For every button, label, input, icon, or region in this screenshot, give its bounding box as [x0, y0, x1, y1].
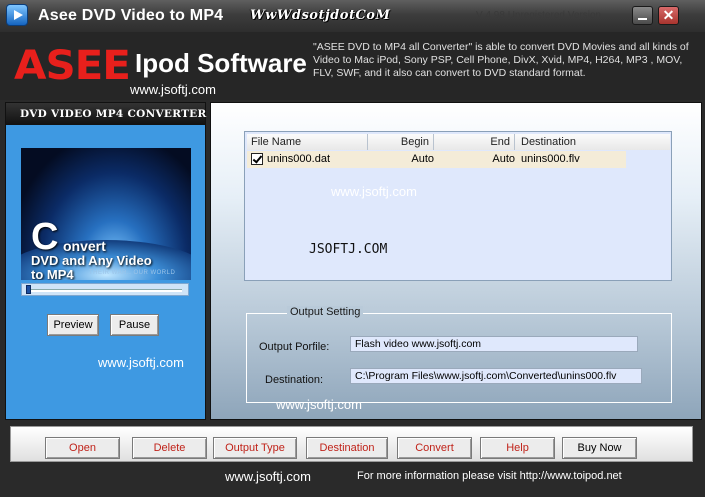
help-button[interactable]: Help: [480, 437, 555, 459]
bottom-toolbar: Open Delete Output Type Destination Conv…: [0, 422, 705, 497]
preview-panel: DVD VIDEO MP4 CONVERTER C onvert DVD and…: [5, 102, 206, 420]
column-header-file-name[interactable]: File Name: [247, 134, 368, 150]
destination-field[interactable]: C:\Program Files\www.jsoftj.com\Converte…: [350, 368, 642, 384]
buy-now-button[interactable]: Buy Now: [562, 437, 637, 459]
more-info-text: For more information please visit http:/…: [357, 470, 622, 482]
output-profile-field[interactable]: Flash video www.jsoftj.com: [350, 336, 638, 352]
destination-button[interactable]: Destination: [306, 437, 388, 459]
destination-label: Destination:: [265, 374, 324, 386]
column-header-destination[interactable]: Destination: [515, 134, 670, 150]
pause-button[interactable]: Pause: [110, 314, 159, 336]
title-watermark: WwWdsotjdotCoM: [250, 8, 391, 23]
cell-destination: unins000.flv: [521, 153, 580, 165]
promo-tagline: THEIR WAR.. OUR WORLD: [89, 270, 176, 276]
main-panel: File Name Begin End Destination unins000…: [210, 102, 702, 420]
promo-line-3: to MP4: [31, 267, 74, 280]
open-button[interactable]: Open: [45, 437, 120, 459]
output-profile-label: Output Porfile:: [259, 341, 330, 353]
banner-url: www.jsoftj.com: [130, 82, 216, 97]
slider-thumb[interactable]: [26, 285, 31, 294]
output-type-button[interactable]: Output Type: [213, 437, 297, 459]
header-banner: ASEE Ipod Software www.jsoftj.com "ASEE …: [0, 32, 705, 100]
asee-logo: ASEE: [14, 43, 131, 89]
table-watermark-stamp: JSOFTJ.COM: [309, 242, 388, 257]
play-app-icon[interactable]: [6, 4, 28, 26]
app-window: Asee DVD Video to MP4 WwWdsotjdotCoM V 4…: [0, 0, 705, 497]
promo-line-2: DVD and Any Video: [31, 253, 152, 268]
close-icon: ✕: [662, 7, 675, 23]
column-header-begin[interactable]: Begin: [368, 134, 434, 150]
promo-big-letter: C: [31, 216, 59, 258]
title-bar[interactable]: Asee DVD Video to MP4 WwWdsotjdotCoM V 4…: [0, 0, 705, 32]
product-logo-text: Ipod Software: [135, 48, 307, 78]
output-setting-group: Output Setting Output Porfile: Flash vid…: [246, 306, 672, 403]
convert-button[interactable]: Convert: [397, 437, 472, 459]
close-button[interactable]: ✕: [658, 6, 679, 25]
table-row[interactable]: unins000.dat Auto Auto unins000.flv: [247, 151, 626, 168]
output-setting-legend: Output Setting: [287, 306, 364, 318]
left-panel-url: www.jsoftj.com: [98, 355, 184, 370]
promo-image: C onvert DVD and Any Video to MP4 THEIR …: [21, 148, 191, 280]
preview-panel-header: DVD VIDEO MP4 CONVERTER: [6, 103, 206, 125]
window-title: Asee DVD Video to MP4: [38, 7, 224, 24]
delete-button[interactable]: Delete: [132, 437, 207, 459]
slider-track[interactable]: [30, 289, 182, 292]
main-panel-url: www.jsoftj.com: [276, 397, 362, 412]
version-label: V 4.98 Unregistered Version: [476, 10, 602, 21]
preview-button[interactable]: Preview: [47, 314, 99, 336]
cell-end: Auto: [492, 153, 515, 165]
table-watermark-url: www.jsoftj.com: [331, 184, 417, 199]
bottom-url: www.jsoftj.com: [225, 469, 311, 484]
cell-begin: Auto: [411, 153, 434, 165]
cell-file-name: unins000.dat: [267, 153, 330, 165]
playback-slider[interactable]: [21, 283, 189, 296]
column-header-end[interactable]: End: [434, 134, 515, 150]
minimize-button[interactable]: [632, 6, 653, 25]
product-description: "ASEE DVD to MP4 all Converter" is able …: [313, 41, 689, 79]
row-checkbox[interactable]: [251, 153, 263, 165]
button-strip: Open Delete Output Type Destination Conv…: [10, 426, 693, 462]
file-list-table[interactable]: File Name Begin End Destination unins000…: [244, 131, 672, 281]
promo-convert-word: onvert: [63, 238, 106, 254]
